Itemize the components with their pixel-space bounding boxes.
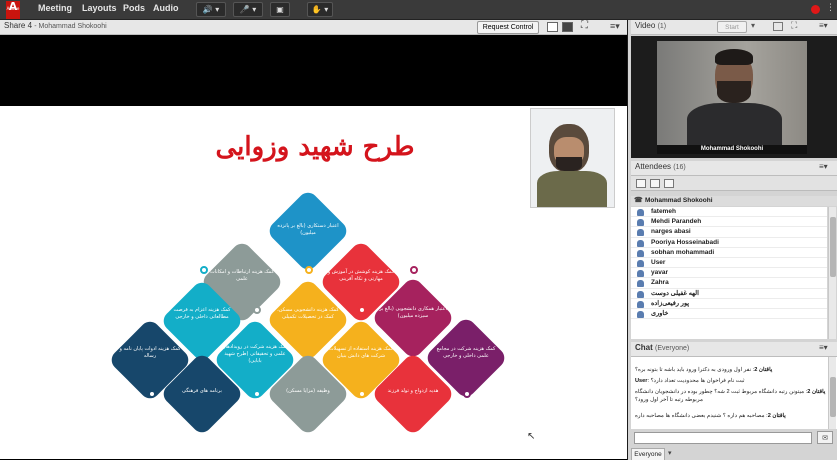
connector-dot [410, 266, 418, 274]
chat-input[interactable] [634, 432, 812, 444]
menu-pods[interactable]: Pods [123, 3, 145, 13]
attendee-row[interactable]: fatemeh [631, 207, 827, 218]
connector-dot [358, 306, 366, 314]
attendees-menu-icon[interactable]: ≡▾ [819, 162, 828, 171]
microphone-button[interactable]: 🎤 ▾ [233, 2, 263, 17]
attendee-row[interactable]: User [631, 258, 827, 269]
video-pod-title: Video [635, 21, 656, 30]
start-video-button[interactable]: Start [717, 21, 747, 33]
person-icon [637, 239, 644, 247]
person-icon [637, 229, 644, 237]
attendee-row[interactable]: Pooriya Hosseinabadi [631, 238, 827, 248]
microphone-icon: 🎤 [239, 5, 250, 14]
attendee-row[interactable]: yavar [631, 268, 827, 279]
video-pod-header: Video (1) Start ▾ ⛶ ≡▾ [631, 20, 837, 35]
status-icon[interactable] [664, 179, 674, 188]
host-row[interactable]: ☎ Mohammad Shokoohi [631, 196, 837, 206]
person-icon [637, 209, 644, 216]
send-message-icon[interactable]: ✉ [817, 431, 833, 444]
chat-message: یاقتان 2: میتونن رتبه دانشگاه مربوط ثبت … [635, 389, 826, 403]
grid-view-icon[interactable] [650, 179, 660, 188]
menu-layouts[interactable]: Layouts [82, 3, 117, 13]
connector-dot [358, 390, 366, 398]
person-icon [637, 290, 644, 298]
share-pod-title: Share 4 - Mohammad Shokoohi [4, 21, 107, 30]
video-fullscreen-icon[interactable]: ⛶ [791, 20, 797, 31]
attendee-row[interactable]: sobhan mohammadi [631, 248, 827, 258]
connector-dot [253, 306, 261, 314]
person-icon [637, 219, 644, 227]
person-icon [637, 249, 644, 257]
person-icon [637, 310, 644, 318]
person-icon [637, 270, 644, 278]
attendees-scrollbar[interactable] [828, 207, 836, 339]
attendee-row[interactable]: الهه غفیلی دوست [631, 289, 827, 299]
connector-dot [148, 390, 156, 398]
menubar: Adobe Meeting Layouts Pods Audio 🔊 ▾ 🎤 ▾… [0, 0, 837, 20]
menu-audio[interactable]: Audio [153, 3, 179, 13]
person-icon [637, 300, 644, 308]
fit-width-icon[interactable] [547, 22, 558, 32]
fullscreen-icon[interactable]: ⛶ [581, 20, 588, 31]
presentation-slide: طرح شهید وزوایی اعتبار دستکاری (بالغ بر … [0, 106, 627, 459]
share-content-area: طرح شهید وزوایی اعتبار دستکاری (بالغ بر … [0, 35, 627, 460]
connector-dot [305, 266, 313, 274]
more-icon[interactable]: ⋮ [826, 3, 835, 13]
list-view-icon[interactable] [636, 179, 646, 188]
attendees-list: fatemeh Mehdi Parandeh narges abasi Poor… [631, 207, 827, 339]
connector-dot [463, 390, 471, 398]
connector-dot [253, 390, 261, 398]
attendees-count: (16) [673, 164, 686, 171]
attendee-row[interactable]: Zahra [631, 278, 827, 289]
hand-icon: ✋ [311, 5, 322, 14]
chat-tab-everyone[interactable]: Everyone [631, 448, 665, 460]
attendees-pod-header: Attendees (16) ≡▾ [631, 161, 837, 176]
pod-menu-icon[interactable]: ≡▾ [610, 21, 620, 32]
chat-menu-icon[interactable]: ≡▾ [819, 343, 828, 352]
video-options-icon[interactable]: ▾ [751, 21, 755, 30]
speaker-icon: 🔊 [202, 5, 213, 14]
attendees-pod-title: Attendees [635, 162, 672, 171]
chat-message: User: ثبت نام فراخوان ها محدودیت تعداد د… [635, 378, 745, 384]
host-icon: ☎ [634, 197, 643, 204]
attendee-row[interactable]: narges abasi [631, 227, 827, 238]
chat-scrollbar[interactable] [828, 357, 836, 429]
adobe-logo: Adobe [6, 0, 20, 19]
attendee-row[interactable]: پور رفیعی‌زاده [631, 299, 827, 309]
video-count: (1) [657, 23, 667, 30]
webcam-caption: Mohammad Shokoohi [657, 145, 807, 154]
request-control-button[interactable]: Request Control [477, 21, 539, 34]
recording-indicator-icon [811, 5, 820, 14]
attendees-toolbar [631, 176, 837, 191]
chat-tab-options-icon[interactable]: ▾ [668, 449, 672, 457]
presenter-name: Mohammad Shokoohi [38, 23, 107, 30]
slide-title: طرح شهید وزوایی [215, 132, 415, 162]
raise-hand-button[interactable]: ✋ ▾ [307, 2, 333, 17]
full-view-icon[interactable] [562, 22, 573, 32]
martyr-portrait [530, 108, 615, 208]
host-name: Mohammad Shokoohi [645, 197, 713, 204]
attendee-row[interactable]: Mehdi Parandeh [631, 217, 827, 228]
share-pod-header: Share 4 - Mohammad Shokoohi Request Cont… [0, 20, 627, 35]
video-grid-icon[interactable] [773, 22, 783, 31]
video-menu-icon[interactable]: ≡▾ [819, 21, 828, 30]
camera-icon: ▣ [276, 5, 284, 14]
chat-message: یاقتان 2: مصاحبه هم داره ؟ شنیدم بعضی دا… [635, 413, 786, 419]
chat-pod-header: Chat (Everyone) ≡▾ [631, 342, 837, 357]
chat-messages: یاقتان 2: نفر اول ورودی به دکترا ورود با… [631, 357, 837, 429]
webcam-feed [657, 41, 807, 145]
person-icon [637, 259, 644, 267]
chat-pod-title: Chat [635, 343, 653, 352]
person-icon [637, 280, 644, 288]
speaker-button[interactable]: 🔊 ▾ [196, 2, 226, 17]
chat-message: یاقتان 2: نفر اول ورودی به دکترا ورود با… [635, 367, 773, 373]
connector-dot [200, 266, 208, 274]
camera-button[interactable]: ▣ [270, 2, 290, 17]
mouse-cursor-icon: ↖ [527, 431, 536, 442]
chat-scope: (Everyone) [655, 345, 690, 352]
attendee-row[interactable]: خاوری [631, 309, 827, 320]
menu-meeting[interactable]: Meeting [38, 3, 72, 13]
